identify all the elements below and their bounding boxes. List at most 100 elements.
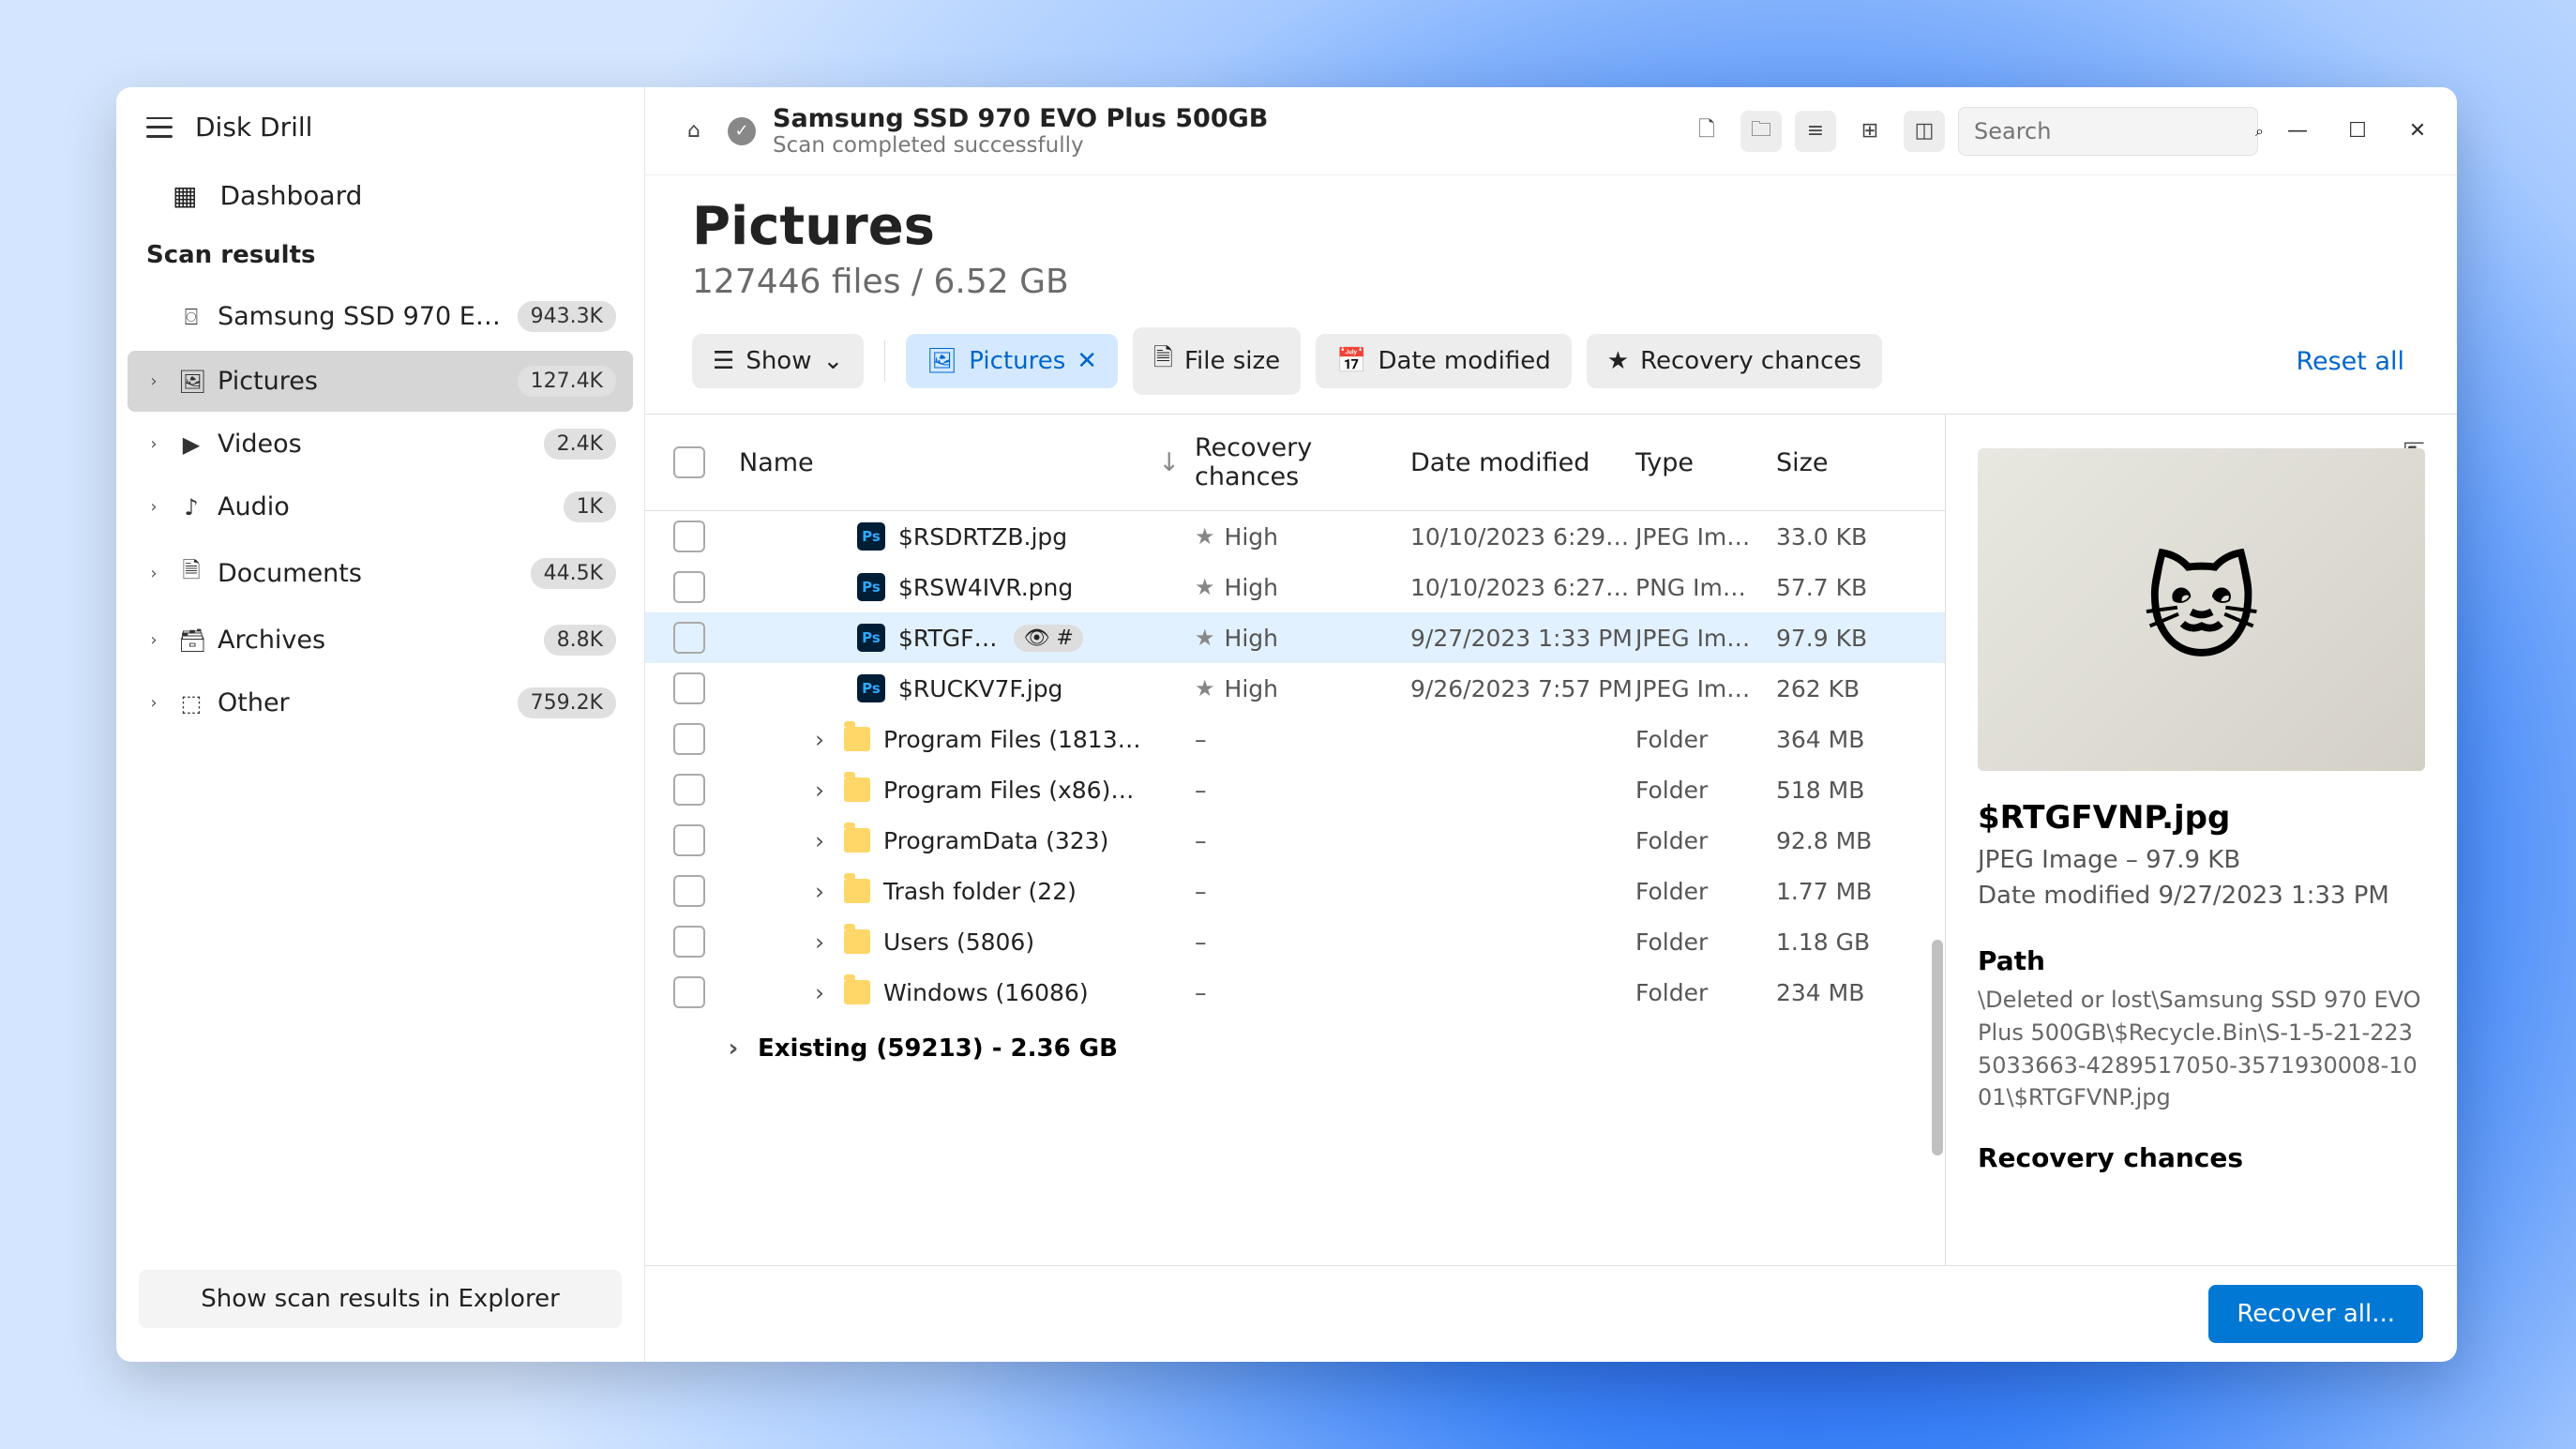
row-checkbox[interactable]	[673, 521, 705, 552]
type-cell: PNG Im…	[1635, 574, 1776, 601]
grid-view-icon[interactable]: ⊞	[1849, 111, 1891, 152]
filesize-filter-chip[interactable]: 🗎File size	[1133, 327, 1301, 395]
menu-icon[interactable]	[146, 117, 173, 138]
search-input[interactable]	[1974, 118, 2255, 144]
column-type[interactable]: Type	[1635, 448, 1776, 477]
detail-panel: ⇱ $RTGFVNP.jpg JPEG Image – 97.9 KB Date…	[1945, 414, 2457, 1265]
sidebar-item-label: Videos	[218, 430, 531, 459]
sidebar-item-pictures[interactable]: ›🖼Pictures127.4K	[128, 351, 633, 412]
search-box[interactable]: ⌕	[1958, 107, 2258, 156]
type-cell: JPEG Im…	[1635, 625, 1776, 652]
pictures-filter-chip[interactable]: 🖼Pictures✕	[906, 334, 1118, 388]
chevron-right-icon: ›	[143, 564, 165, 583]
row-checkbox[interactable]	[673, 926, 705, 958]
chevron-right-icon[interactable]: ›	[808, 777, 831, 804]
file-table: Name↓ Recovery chances Date modified Typ…	[645, 414, 1945, 1265]
detail-filename: $RTGFVNP.jpg	[1978, 799, 2425, 837]
type-cell: Folder	[1635, 777, 1776, 804]
sidebar-item-other[interactable]: ›⬚Other759.2K	[128, 672, 633, 733]
detail-path-label: Path	[1978, 945, 2425, 976]
chevron-right-icon: ›	[143, 497, 165, 517]
table-row[interactable]: ›Trash folder (22)–Folder1.77 MB	[645, 866, 1945, 916]
drive-label: Samsung SSD 970 EV...	[218, 302, 505, 331]
chevron-right-icon[interactable]: ›	[808, 878, 831, 905]
sidebar-item-archives[interactable]: ›🗃Archives8.8K	[128, 610, 633, 671]
row-checkbox[interactable]	[673, 875, 705, 907]
document-icon[interactable]: 🗋	[1686, 111, 1727, 152]
show-in-explorer-button[interactable]: Show scan results in Explorer	[139, 1270, 622, 1328]
close-button[interactable]: ✕	[2397, 111, 2438, 152]
column-name[interactable]: Name↓	[739, 448, 1195, 477]
column-recovery[interactable]: Recovery chances	[1195, 433, 1410, 491]
folder-icon	[844, 727, 870, 751]
row-checkbox[interactable]	[673, 723, 705, 755]
existing-group[interactable]: ›Existing (59213) - 2.36 GB	[645, 1018, 1945, 1079]
date-filter-chip[interactable]: 📅Date modified	[1316, 334, 1572, 388]
filename: Windows (16086)	[883, 979, 1089, 1006]
image-icon: 🖼	[926, 347, 957, 375]
table-row[interactable]: ›Users (5806)–Folder1.18 GB	[645, 916, 1945, 967]
sidebar-item-count: 127.4K	[518, 366, 616, 397]
table-row[interactable]: ›ProgramData (323)–Folder92.8 MB	[645, 815, 1945, 866]
sidebar-item-videos[interactable]: ›▶Videos2.4K	[128, 414, 633, 475]
table-row[interactable]: Ps$RSW4IVR.png★High10/10/2023 6:27…PNG I…	[645, 562, 1945, 612]
row-checkbox[interactable]	[673, 774, 705, 806]
row-checkbox[interactable]	[673, 976, 705, 1008]
chevron-right-icon[interactable]: ›	[808, 827, 831, 854]
table-row[interactable]: Ps$RTGF…👁 #★High9/27/2023 1:33 PMJPEG Im…	[645, 612, 1945, 663]
filename: $RSW4IVR.png	[898, 574, 1073, 601]
type-cell: Folder	[1635, 827, 1776, 854]
folder-icon[interactable]: 🗀	[1740, 111, 1782, 152]
size-cell: 92.8 MB	[1776, 827, 1917, 854]
star-icon: ★	[1607, 347, 1629, 375]
recovery-filter-chip[interactable]: ★Recovery chances	[1587, 334, 1882, 388]
select-all-checkbox[interactable]	[673, 446, 705, 478]
reset-all-link[interactable]: Reset all	[2296, 347, 2410, 376]
table-row[interactable]: Ps$RUCKV7F.jpg★High9/26/2023 7:57 PMJPEG…	[645, 663, 1945, 714]
chevron-right-icon[interactable]: ›	[808, 928, 831, 956]
row-checkbox[interactable]	[673, 824, 705, 856]
table-row[interactable]: Ps$RSDRTZB.jpg★High10/10/2023 6:29…JPEG …	[645, 511, 1945, 562]
size-cell: 1.77 MB	[1776, 878, 1917, 905]
home-icon[interactable]: ⌂	[673, 111, 715, 152]
panel-icon[interactable]: ◫	[1904, 111, 1945, 152]
chevron-right-icon: ›	[722, 1034, 745, 1063]
table-row[interactable]: ›Program Files (x86)…–Folder518 MB	[645, 764, 1945, 815]
size-cell: 33.0 KB	[1776, 523, 1917, 551]
filter-icon: ☰	[713, 347, 734, 375]
scrollbar[interactable]	[1932, 940, 1943, 1155]
chevron-down-icon: ⌄	[822, 347, 843, 375]
list-view-icon[interactable]: ≡	[1795, 111, 1836, 152]
sidebar-item-label: Other	[218, 688, 505, 717]
maximize-button[interactable]: ☐	[2337, 111, 2378, 152]
sidebar-drive[interactable]: ⌼ Samsung SSD 970 EV... 943.3K	[128, 286, 633, 347]
preview-badge[interactable]: 👁 #	[1014, 625, 1082, 652]
row-checkbox[interactable]	[673, 571, 705, 603]
category-icon: ♪	[178, 494, 204, 521]
column-size[interactable]: Size	[1776, 448, 1917, 477]
folder-icon	[844, 828, 870, 853]
star-icon: ★	[1195, 574, 1215, 600]
show-chip[interactable]: ☰Show⌄	[692, 334, 864, 388]
star-icon: ★	[1195, 675, 1215, 702]
photoshop-icon: Ps	[857, 573, 885, 601]
sidebar-item-documents[interactable]: ›🗎Documents44.5K	[128, 539, 633, 608]
table-row[interactable]: ›Windows (16086)–Folder234 MB	[645, 967, 1945, 1018]
row-checkbox[interactable]	[673, 672, 705, 704]
recover-all-button[interactable]: Recover all...	[2208, 1285, 2423, 1343]
close-icon[interactable]: ✕	[1077, 347, 1097, 375]
column-date[interactable]: Date modified	[1410, 448, 1635, 477]
check-icon: ✓	[728, 117, 756, 145]
type-cell: Folder	[1635, 878, 1776, 905]
size-cell: 97.9 KB	[1776, 625, 1917, 652]
dashboard-link[interactable]: ▦ Dashboard	[116, 161, 644, 230]
chevron-right-icon[interactable]: ›	[808, 726, 831, 753]
table-row[interactable]: ›Program Files (1813…–Folder364 MB	[645, 714, 1945, 764]
sidebar-item-audio[interactable]: ›♪Audio1K	[128, 476, 633, 537]
filename: $RUCKV7F.jpg	[898, 675, 1062, 702]
sidebar-item-label: Archives	[218, 626, 531, 655]
chevron-right-icon[interactable]: ›	[808, 979, 831, 1006]
folder-icon	[844, 777, 870, 802]
row-checkbox[interactable]	[673, 622, 705, 654]
minimize-button[interactable]: —	[2277, 111, 2318, 152]
